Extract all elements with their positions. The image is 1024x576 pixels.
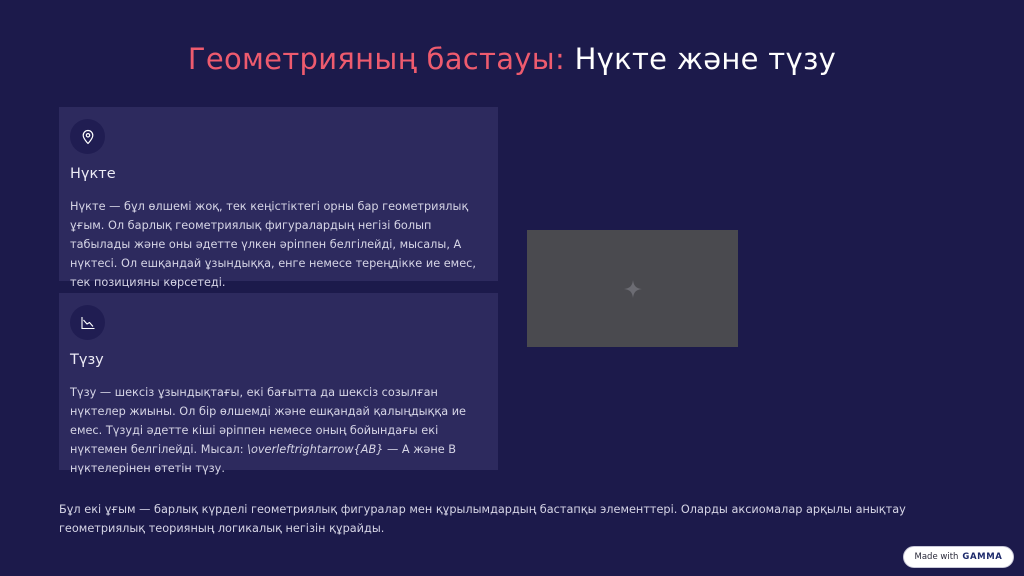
card-point: Нүкте Нүкте — бұл өлшемі жоқ, тек кеңіст… <box>59 107 498 289</box>
card-text: Нүкте — бұл өлшемі жоқ, тек кеңістіктегі… <box>70 200 476 289</box>
page-title-main: Нүкте және түзу <box>574 42 837 76</box>
formula: \overleftrightarrow{AB} <box>247 443 384 456</box>
badge-brand: GAMMA <box>962 552 1003 562</box>
image-placeholder <box>527 230 738 347</box>
page-title: Геометрияның бастауы: Нүкте және түзу <box>0 42 1024 76</box>
footer-text: Бұл екі ұғым — барлық күрделі геометриял… <box>59 503 906 535</box>
card-text: Түзу — шексіз ұзындықтағы, екі бағытта д… <box>70 383 494 478</box>
badge-prefix: Made with <box>914 552 959 562</box>
card-title: Нүкте <box>70 166 116 182</box>
page-title-accent: Геометрияның бастауы: <box>187 42 566 76</box>
map-pin-icon <box>70 119 105 154</box>
card-title: Түзу <box>70 352 104 368</box>
trend-line-icon <box>70 305 105 340</box>
made-with-gamma-badge[interactable]: Made with GAMMA <box>903 546 1014 568</box>
card-line: Түзу Түзу — шексіз ұзындықтағы, екі бағы… <box>59 293 498 475</box>
sparkle-icon <box>623 279 642 298</box>
